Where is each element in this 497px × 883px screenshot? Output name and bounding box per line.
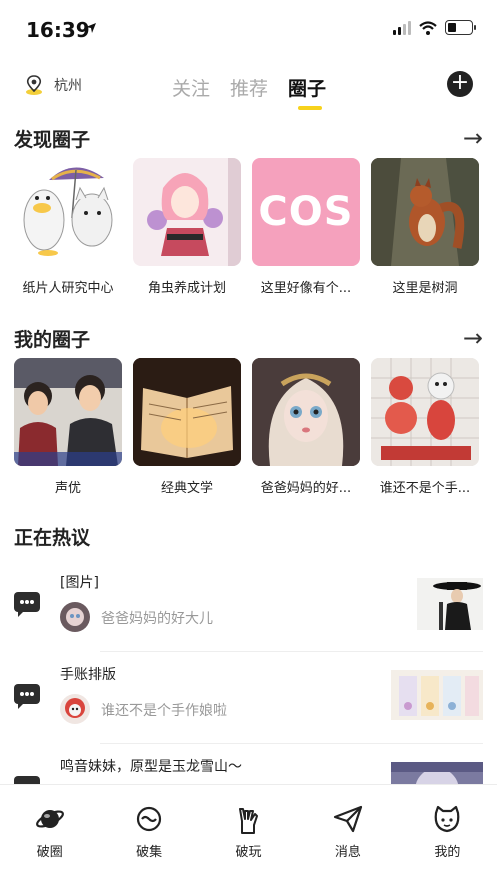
hot-item[interactable]: 手账排版 谁还不是个手作娘啦 — [0, 652, 497, 744]
planet-icon — [35, 810, 64, 828]
nav-label: 消息 — [334, 845, 361, 860]
hot-item-title: 手账排版 — [60, 667, 116, 683]
ring-icon — [137, 806, 162, 832]
top-nav: 杭州 关注 推荐 圈子 + — [0, 58, 497, 118]
tab-recommend[interactable]: 推荐 — [230, 74, 268, 101]
mine-thumb-1 — [14, 358, 122, 466]
circle-avatar — [60, 602, 90, 632]
mine-thumb-2 — [133, 358, 241, 466]
discover-thumb-4 — [371, 158, 479, 266]
mine-card-label: 爸爸妈妈的好... — [260, 481, 352, 496]
discover-more-arrow-icon[interactable]: → — [463, 124, 483, 152]
discover-card-label: 这里是树洞 — [392, 281, 458, 296]
nav-item-po-ji[interactable]: 破集 — [99, 785, 198, 883]
tab-follow[interactable]: 关注 — [172, 74, 210, 101]
location-arrow-icon — [86, 23, 96, 33]
main-tabs: 关注 推荐 圈子 — [172, 74, 327, 110]
mine-card[interactable]: 爸爸妈妈的好... — [252, 358, 360, 496]
hot-title: 正在热议 — [14, 526, 91, 549]
discover-card-label: 纸片人研究中心 — [22, 281, 114, 296]
mine-thumb-4 — [371, 358, 479, 466]
hot-item[interactable]: [图片] 爸爸妈妈的好大儿 — [0, 560, 497, 652]
hot-item-circle: 谁还不是个手作娘啦 — [101, 703, 227, 719]
discover-card-label: 这里好像有个... — [260, 281, 352, 296]
mine-header: 我的圈子 → — [0, 318, 497, 358]
circle-avatar — [60, 694, 90, 724]
mine-card-label: 声优 — [54, 481, 81, 496]
paper-plane-icon — [333, 805, 363, 833]
discover-card[interactable]: COS 这里好像有个... — [252, 158, 360, 296]
mine-title: 我的圈子 — [14, 328, 91, 351]
discover-header: 发现圈子 → — [0, 118, 497, 158]
discover-grid: 纸片人研究中心 角虫养成计划 COS 这里好像有个... 这里是树洞 — [0, 158, 497, 296]
nav-label: 破圈 — [36, 845, 63, 860]
discover-card-label: 角虫养成计划 — [147, 281, 226, 296]
tab-circles[interactable]: 圈子 — [288, 74, 327, 110]
cat-face-icon — [434, 805, 460, 833]
discover-card[interactable]: 纸片人研究中心 — [14, 158, 122, 296]
hot-item-title: 鸣音妹妹，原型是玉龙雪山～ — [60, 759, 242, 775]
discover-thumb-3: COS — [252, 158, 360, 266]
battery-icon — [445, 20, 476, 35]
status-bar: 16:39 — [0, 0, 497, 58]
active-tab-indicator — [298, 106, 323, 110]
mine-grid: 声优 经典文学 爸爸妈妈的好... 谁还不是个手... — [0, 358, 497, 496]
status-time: 16:39 — [26, 18, 90, 42]
signal-icon — [393, 20, 411, 35]
mine-card-label: 谁还不是个手... — [379, 481, 471, 496]
hot-item-circle: 爸爸妈妈的好大儿 — [101, 611, 213, 627]
discover-title: 发现圈子 — [14, 128, 91, 151]
location-selector[interactable]: 杭州 — [24, 74, 82, 96]
comment-bubble-icon — [14, 684, 40, 709]
location-label: 杭州 — [54, 78, 82, 94]
mine-card[interactable]: 声优 — [14, 358, 122, 496]
tab-circles-label: 圈子 — [288, 78, 327, 100]
nav-label: 破玩 — [235, 845, 262, 860]
nav-item-po-quan[interactable]: 破圈 — [0, 785, 99, 883]
mine-card[interactable]: 谁还不是个手... — [371, 358, 479, 496]
mine-thumb-3 — [252, 358, 360, 466]
nav-label: 破集 — [136, 845, 163, 860]
nav-item-mine[interactable]: 我的 — [398, 785, 497, 883]
hot-item-image — [391, 670, 483, 720]
mine-more-arrow-icon[interactable]: → — [463, 324, 483, 352]
discover-card[interactable]: 角虫养成计划 — [133, 158, 241, 296]
cos-logo: COS — [258, 189, 354, 235]
hot-item-title: [图片] — [60, 575, 99, 591]
comment-bubble-icon — [14, 592, 40, 617]
nav-item-po-wan[interactable]: 破玩 — [199, 785, 298, 883]
discover-thumb-1 — [14, 158, 122, 266]
nav-label: 我的 — [434, 845, 461, 860]
bottom-nav: 破圈 破集 破玩 消息 我的 — [0, 784, 497, 883]
mine-card[interactable]: 经典文学 — [133, 358, 241, 496]
discover-card[interactable]: 这里是树洞 — [371, 158, 479, 296]
hot-item-image — [417, 578, 483, 630]
wifi-icon — [419, 20, 437, 35]
location-pin-icon — [26, 75, 42, 95]
mine-card-label: 经典文学 — [160, 481, 213, 496]
discover-thumb-2 — [133, 158, 241, 266]
hand-icon — [238, 808, 258, 834]
add-button[interactable]: + — [447, 71, 473, 97]
nav-item-messages[interactable]: 消息 — [298, 785, 397, 883]
